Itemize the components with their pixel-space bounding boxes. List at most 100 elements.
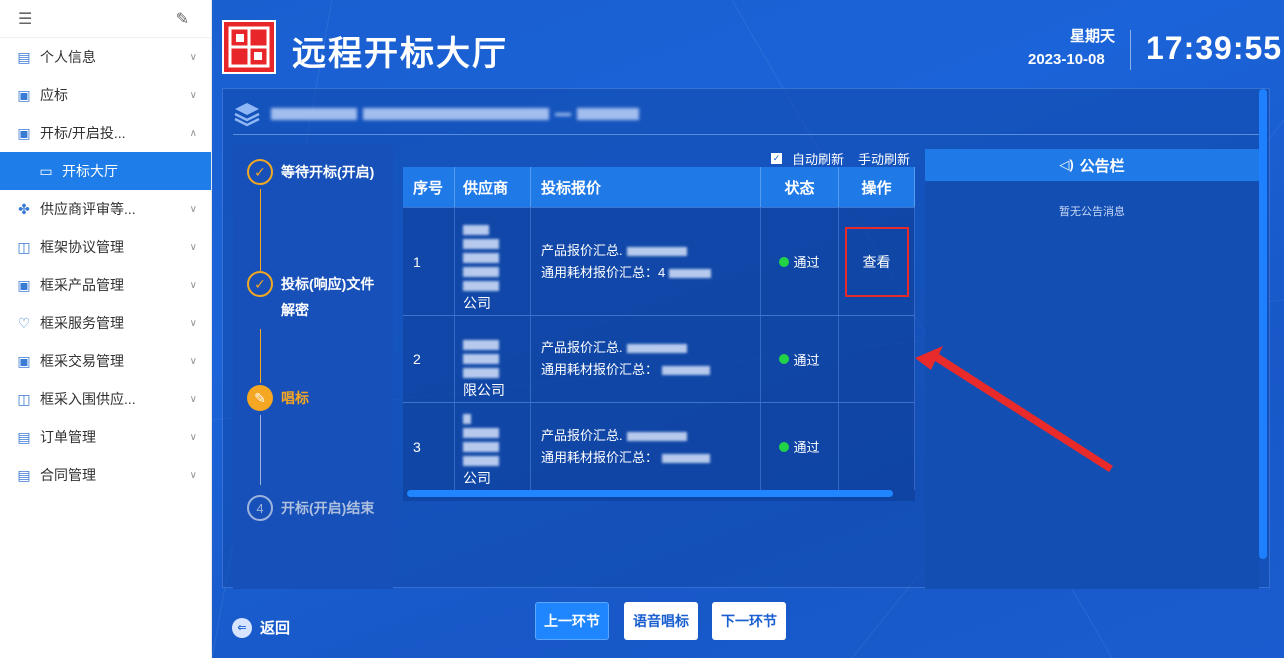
status-cell: 通过 bbox=[761, 208, 839, 315]
sidebar-item-product[interactable]: ▣ 框采产品管理 ∨ bbox=[0, 266, 211, 304]
weekday: 星期天 bbox=[1070, 28, 1116, 45]
sidebar-item-label: 框采产品管理 bbox=[40, 277, 124, 293]
horizontal-scrollbar[interactable] bbox=[407, 490, 893, 497]
supplier-cell: 限公司 bbox=[455, 316, 531, 402]
sidebar-item-shortlist[interactable]: ◫ 框采入围供应... ∨ bbox=[0, 380, 211, 418]
step-waiting: ✓ 等待开标(开启) bbox=[247, 159, 381, 185]
price-cell: 产品报价汇总. 通用耗材报价汇总： bbox=[531, 316, 761, 402]
row-number: 1 bbox=[403, 208, 455, 315]
step-finish: 4 开标(开启)结束 bbox=[247, 495, 381, 521]
page-title: 远程开标大厅 bbox=[292, 35, 508, 73]
view-button[interactable]: 查看 bbox=[844, 226, 909, 297]
price-line: 通用耗材报价汇总： bbox=[541, 362, 659, 377]
next-step-button[interactable]: 下一环节 bbox=[712, 602, 786, 640]
voice-read-button[interactable]: 语音唱标 bbox=[624, 602, 698, 640]
column-header: 序号 bbox=[403, 167, 455, 207]
sidebar-item-bid[interactable]: ▣ 应标 ∨ bbox=[0, 76, 211, 114]
supplier-name: 限公司 bbox=[463, 382, 505, 398]
trade-icon: ▣ bbox=[17, 352, 31, 369]
table-header: 序号 供应商 投标报价 状态 操作 bbox=[403, 167, 915, 207]
chevron-down-icon: ∨ bbox=[189, 393, 197, 405]
action-cell bbox=[839, 403, 915, 490]
chevron-up-icon: ∧ bbox=[189, 127, 197, 139]
sidebar: ☰ ✎ ▤ 个人信息 ∨ ▣ 应标 ∨ ▣ 开标/开启投... ∧ ▭ 开标大厅… bbox=[0, 0, 212, 658]
sidebar-item-framework[interactable]: ◫ 框架协议管理 ∨ bbox=[0, 228, 211, 266]
pin-icon[interactable]: ✎ bbox=[176, 9, 189, 29]
project-header bbox=[233, 99, 639, 129]
sidebar-item-label: 应标 bbox=[40, 87, 68, 103]
sidebar-item-label: 框采交易管理 bbox=[40, 353, 124, 369]
auto-refresh-checkbox[interactable]: ✓ bbox=[771, 153, 782, 164]
chevron-down-icon: ∨ bbox=[189, 241, 197, 253]
main-panel: ✓ 等待开标(开启) ✓ 投标(响应)文件解密 ✎ 唱标 4 开标(开启)结束 … bbox=[222, 88, 1270, 589]
sidebar-item-contract[interactable]: ▤ 合同管理 ∨ bbox=[0, 456, 211, 494]
sidebar-item-supplier-review[interactable]: ✤ 供应商评审等... ∨ bbox=[0, 190, 211, 228]
sidebar-item-personal-info[interactable]: ▤ 个人信息 ∨ bbox=[0, 38, 211, 76]
sidebar-item-bid-opening[interactable]: ▣ 开标/开启投... ∧ bbox=[0, 114, 211, 152]
supplier-name: 公司 bbox=[463, 295, 491, 311]
row-number: 2 bbox=[403, 316, 455, 402]
step-decrypt: ✓ 投标(响应)文件解密 bbox=[247, 271, 381, 323]
manual-refresh-button[interactable]: 手动刷新 bbox=[858, 149, 910, 168]
order-icon: ▤ bbox=[17, 428, 31, 445]
column-header: 状态 bbox=[761, 167, 839, 207]
project-name-redacted bbox=[271, 108, 639, 120]
document-open-icon: ▣ bbox=[17, 124, 31, 141]
contract-icon: ▤ bbox=[17, 466, 31, 483]
notice-board: ◁) 公告栏 暂无公告消息 bbox=[925, 149, 1259, 589]
notice-title: 公告栏 bbox=[1079, 157, 1125, 175]
sidebar-top: ☰ ✎ bbox=[0, 0, 211, 38]
table-row: 2 限公司 产品报价汇总. 通用耗材报价汇总： 通过 bbox=[403, 315, 915, 402]
header: 远程开标大厅 星期天 2023-10-08 17:39:55 bbox=[212, 0, 1284, 86]
column-header: 供应商 bbox=[455, 167, 531, 207]
supplier-icon: ◫ bbox=[17, 390, 31, 407]
sidebar-item-label: 个人信息 bbox=[40, 49, 96, 65]
step-label: 开标(开启)结束 bbox=[281, 500, 375, 516]
action-cell: 查看 bbox=[839, 208, 915, 315]
menu-toggle-icon[interactable]: ☰ bbox=[18, 9, 32, 29]
supplier-cell: 公司 bbox=[455, 403, 531, 490]
column-header: 操作 bbox=[839, 167, 915, 207]
chevron-down-icon: ∨ bbox=[189, 89, 197, 101]
price-line: 通用耗材报价汇总： bbox=[541, 449, 659, 465]
step-read-bids: ✎ 唱标 bbox=[247, 385, 381, 411]
prev-step-button[interactable]: 上一环节 bbox=[535, 602, 609, 640]
column-header: 投标报价 bbox=[531, 167, 761, 207]
product-icon: ▣ bbox=[17, 276, 31, 293]
chevron-down-icon: ∨ bbox=[189, 469, 197, 481]
step-label: 等待开标(开启) bbox=[281, 164, 375, 180]
notice-empty-text: 暂无公告消息 bbox=[1059, 206, 1125, 218]
status-dot-icon bbox=[779, 256, 790, 267]
sidebar-item-trade[interactable]: ▣ 框采交易管理 ∨ bbox=[0, 342, 211, 380]
price-cell: 产品报价汇总. 通用耗材报价汇总：4 bbox=[531, 208, 761, 315]
supplier-cell: 公司 bbox=[455, 208, 531, 315]
clock: 17:39:55 bbox=[1146, 30, 1283, 66]
notice-header: ◁) 公告栏 bbox=[925, 149, 1259, 181]
chevron-down-icon: ∨ bbox=[189, 51, 197, 63]
sidebar-item-service[interactable]: ♡ 框采服务管理 ∨ bbox=[0, 304, 211, 342]
chevron-down-icon: ∨ bbox=[189, 279, 197, 291]
row-number: 3 bbox=[403, 403, 455, 490]
sidebar-item-label: 框架协议管理 bbox=[40, 239, 124, 255]
person-icon: ▤ bbox=[17, 48, 31, 65]
grid-icon: ✤ bbox=[18, 200, 30, 217]
vertical-scrollbar[interactable] bbox=[1259, 89, 1267, 559]
divider bbox=[233, 134, 1259, 135]
back-button[interactable]: ⇐ 返回 bbox=[232, 617, 290, 638]
chevron-down-icon: ∨ bbox=[189, 355, 197, 367]
sidebar-item-order[interactable]: ▤ 订单管理 ∨ bbox=[0, 418, 211, 456]
logo bbox=[222, 20, 276, 74]
status-badge: 通过 bbox=[793, 352, 820, 368]
table-row: 1 公司 产品报价汇总. 通用耗材报价汇总：4 通过 查看 bbox=[403, 207, 915, 315]
action-cell bbox=[839, 316, 915, 402]
check-icon: ✓ bbox=[247, 159, 273, 185]
supplier-name: 公司 bbox=[463, 470, 491, 486]
logo-mark-icon bbox=[228, 26, 270, 68]
divider bbox=[1130, 30, 1131, 70]
auto-refresh-label[interactable]: 自动刷新 bbox=[792, 149, 844, 168]
status-badge: 通过 bbox=[793, 255, 820, 270]
speaker-icon: ◁) bbox=[1059, 157, 1074, 172]
date: 2023-10-08 bbox=[1028, 51, 1105, 68]
progress-steps: ✓ 等待开标(开启) ✓ 投标(响应)文件解密 ✎ 唱标 4 开标(开启)结束 bbox=[233, 145, 393, 589]
sidebar-item-bid-hall[interactable]: ▭ 开标大厅 bbox=[0, 152, 211, 190]
